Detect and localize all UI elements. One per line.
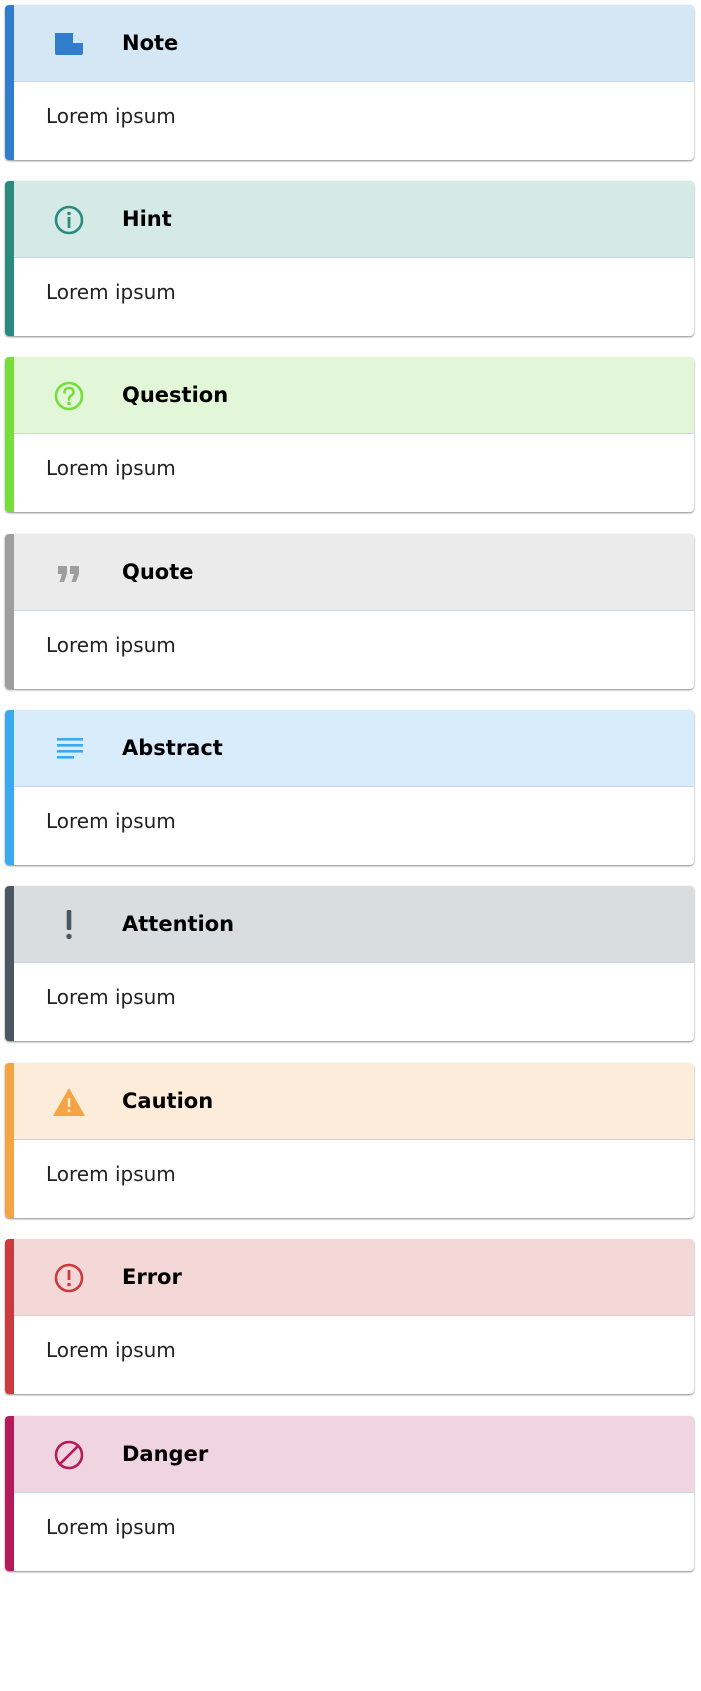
admonition-title: Abstract bbox=[122, 736, 223, 760]
admonition-body: Lorem ipsum bbox=[46, 1515, 176, 1539]
warning-icon bbox=[52, 1088, 86, 1116]
admonition-quote: Quote Lorem ipsum bbox=[5, 534, 694, 689]
accent-bar bbox=[5, 886, 14, 1041]
admonition-abstract: Abstract Lorem ipsum bbox=[5, 710, 694, 865]
admonition-header: Abstract bbox=[14, 710, 694, 787]
admonition-title: Quote bbox=[122, 560, 194, 584]
admonition-body: Lorem ipsum bbox=[46, 809, 176, 833]
admonition-header: Note bbox=[14, 5, 694, 82]
admonition-title: Error bbox=[122, 1265, 182, 1289]
admonition-title: Hint bbox=[122, 207, 172, 231]
abstract-icon bbox=[52, 737, 86, 761]
admonition-question: Question Lorem ipsum bbox=[5, 357, 694, 512]
admonition-hint: Hint Lorem ipsum bbox=[5, 181, 694, 336]
admonition-header: Caution bbox=[14, 1063, 694, 1140]
admonition-header: Danger bbox=[14, 1416, 694, 1493]
admonition-title: Danger bbox=[122, 1442, 209, 1466]
info-icon bbox=[52, 205, 86, 235]
admonition-header: Error bbox=[14, 1239, 694, 1316]
admonition-title: Question bbox=[122, 383, 229, 407]
accent-bar bbox=[5, 5, 14, 160]
admonition-header: Quote bbox=[14, 534, 694, 611]
accent-bar bbox=[5, 357, 14, 512]
admonition-header: Attention bbox=[14, 886, 694, 963]
accent-bar bbox=[5, 1416, 14, 1571]
accent-bar bbox=[5, 1063, 14, 1218]
admonition-body: Lorem ipsum bbox=[46, 1162, 176, 1186]
question-icon bbox=[52, 381, 86, 411]
quote-icon bbox=[52, 561, 86, 585]
danger-icon bbox=[52, 1440, 86, 1470]
admonition-attention: Attention Lorem ipsum bbox=[5, 886, 694, 1041]
admonition-header: Hint bbox=[14, 181, 694, 258]
admonition-error: Error Lorem ipsum bbox=[5, 1239, 694, 1394]
admonition-caution: Caution Lorem ipsum bbox=[5, 1063, 694, 1218]
error-icon bbox=[52, 1263, 86, 1293]
accent-bar bbox=[5, 534, 14, 689]
accent-bar bbox=[5, 181, 14, 336]
attention-icon bbox=[52, 910, 86, 940]
admonition-body: Lorem ipsum bbox=[46, 985, 176, 1009]
admonition-header: Question bbox=[14, 357, 694, 434]
accent-bar bbox=[5, 1239, 14, 1394]
admonition-danger: Danger Lorem ipsum bbox=[5, 1416, 694, 1571]
admonition-body: Lorem ipsum bbox=[46, 456, 176, 480]
admonition-note: Note Lorem ipsum bbox=[5, 5, 694, 160]
accent-bar bbox=[5, 710, 14, 865]
admonition-body: Lorem ipsum bbox=[46, 104, 176, 128]
admonition-title: Caution bbox=[122, 1089, 214, 1113]
admonition-title: Note bbox=[122, 31, 179, 55]
admonition-body: Lorem ipsum bbox=[46, 280, 176, 304]
admonition-title: Attention bbox=[122, 912, 235, 936]
admonition-body: Lorem ipsum bbox=[46, 633, 176, 657]
note-icon bbox=[52, 32, 86, 56]
admonition-body: Lorem ipsum bbox=[46, 1338, 176, 1362]
